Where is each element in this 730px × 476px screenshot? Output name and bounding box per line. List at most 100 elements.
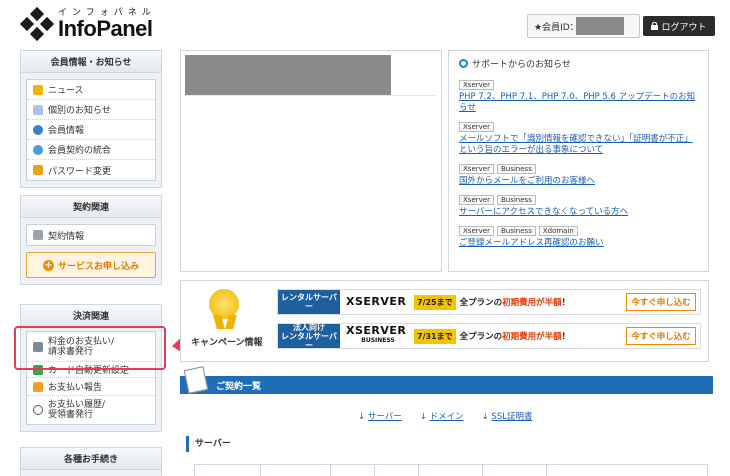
promo-date: 7/31まで — [414, 328, 456, 344]
sidebar-item-merge-contract[interactable]: 会員契約の統合 — [27, 140, 155, 160]
promo-brand-text: XSERVER — [346, 295, 407, 308]
sidebar-item-label: 契約情報 — [48, 231, 85, 242]
pen-icon — [33, 230, 43, 240]
promo-kind-line1: 法人向け — [293, 322, 325, 332]
letter-icon — [33, 104, 43, 115]
sidebar-payment-title: 決済関連 — [21, 305, 161, 327]
sidebar-member-list: ニュース 個別のお知らせ 会員情報 会員契約の統合 パスワード変更 — [26, 79, 156, 181]
sidebar-item-label: パスワード変更 — [48, 166, 112, 177]
tag-business: Business — [496, 195, 536, 205]
sidebar-contract-panel: 契約関連 契約情報 + サービスお申し込み — [20, 195, 162, 285]
logo-diamond-icon — [19, 6, 55, 42]
document-icon — [183, 366, 209, 394]
padlock-icon — [33, 165, 43, 175]
news-link[interactable]: サーバーにアクセスできなくなっている方へ — [459, 207, 698, 218]
tag-business: Business — [496, 164, 536, 174]
news-item: Xserver Business Xdomain ご登録メールアドレス再確認のお… — [459, 226, 698, 249]
anchor-link-domain-text: ドメイン — [429, 412, 464, 422]
promo-kind-line2: レンタルサーバー — [281, 331, 337, 350]
promo-apply-button[interactable]: 今すぐ申し込む — [626, 293, 696, 311]
member-id-label: ★会員ID： — [534, 22, 579, 33]
logout-label: ログアウト — [661, 22, 707, 33]
sidebar-procedures-panel: 各種お手続き — [20, 447, 162, 476]
tag-xserver: Xserver — [459, 226, 494, 236]
mail-icon — [33, 381, 43, 392]
sidebar-item-individual-notice[interactable]: 個別のお知らせ — [27, 100, 155, 120]
sidebar-member-panel: 会員情報・お知らせ ニュース 個別のお知らせ 会員情報 会員契約の統合 パスワー… — [20, 50, 162, 188]
promo-text-pre: 全プランの — [459, 332, 503, 342]
anchor-link-domain[interactable]: ↓ ドメイン — [420, 410, 464, 422]
sidebar-item-payment-history[interactable]: お支払い履歴/ 受領書発行 — [27, 396, 155, 424]
contract-list-title: ご契約一覧 — [216, 382, 262, 392]
sidebar-item-label-line1: お支払い履歴/ — [48, 400, 106, 410]
news-link[interactable]: ご登録メールアドレス再確認のお願い — [459, 238, 698, 249]
sidebar-item-member-info[interactable]: 会員情報 — [27, 120, 155, 140]
promo-kind: レンタルサーバー — [278, 290, 340, 314]
clock-icon — [33, 405, 43, 415]
sidebar-item-label-line2: 受領書発行 — [48, 410, 94, 420]
anchor-link-server[interactable]: ↓ サーバー — [358, 410, 402, 422]
server-section-title: サーバー — [186, 436, 231, 452]
sidebar-member-title: 会員情報・お知らせ — [21, 51, 161, 73]
sidebar-item-label: 会員契約の統合 — [48, 146, 112, 156]
sidebar-procedures-title: 各種お手続き — [21, 448, 161, 470]
sidebar-item-contract-info[interactable]: 契約情報 — [27, 225, 155, 245]
promo-text-post: ！ — [561, 332, 571, 342]
ring-icon — [459, 59, 468, 68]
anchor-link-server-text: サーバー — [367, 412, 402, 422]
promo-xserver-business: 法人向け レンタルサーバー XSERVER BUSINESS 7/31まで 全プ… — [277, 322, 701, 350]
tag-xserver: Xserver — [459, 122, 494, 132]
lock-icon — [651, 22, 659, 30]
server-table — [194, 464, 708, 476]
users-icon — [33, 144, 43, 155]
user-icon — [33, 124, 43, 135]
infopanel-logo[interactable]: インフォパネル InfoPanel — [19, 6, 156, 42]
news-link[interactable]: 国外からメールをご利用のお客様へ — [459, 176, 698, 187]
sidebar-item-label: お支払い報告 — [48, 383, 103, 393]
service-apply-label: サービスお申し込み — [57, 261, 139, 272]
anchor-link-ssl[interactable]: ↓ SSL証明書 — [482, 410, 533, 422]
news-item: Xserver Business サーバーにアクセスできなくなっている方へ — [459, 195, 698, 218]
tag-xdomain: Xdomain — [538, 226, 578, 236]
promo-brand-sub: BUSINESS — [361, 337, 395, 344]
promo-text-pre: 全プランの — [459, 298, 503, 308]
personal-notice-panel — [180, 50, 442, 272]
news-link[interactable]: PHP 7.2、PHP 7.1、PHP 7.0、PHP 5.6 アップデートのお… — [459, 92, 698, 114]
promo-text: 全プランの初期費用が半額！ — [460, 330, 571, 342]
plus-circle-icon: + — [42, 259, 54, 271]
sidebar-item-news[interactable]: ニュース — [27, 80, 155, 100]
support-notice-panel: サポートからのお知らせ Xserver PHP 7.2、PHP 7.1、PHP … — [448, 50, 709, 272]
logout-button[interactable]: ログアウト — [643, 16, 715, 36]
logo-main: InfoPanel — [58, 16, 153, 41]
support-notice-title: サポートからのお知らせ — [459, 57, 698, 70]
promo-brand: XSERVER — [340, 295, 410, 308]
promo-text: 全プランの初期費用が半額！ — [460, 296, 571, 308]
campaign-label: キャンペーン情報 — [191, 338, 263, 348]
megaphone-icon — [33, 84, 43, 95]
promo-date: 7/25まで — [414, 294, 456, 310]
sidebar-item-label: ニュース — [48, 86, 84, 96]
sidebar-item-payment-report[interactable]: お支払い報告 — [27, 378, 155, 396]
promo-xserver: レンタルサーバー XSERVER 7/25まで 全プランの初期費用が半額！ 今す… — [277, 289, 701, 315]
tag-xserver: Xserver — [459, 80, 494, 90]
redacted-content — [185, 55, 391, 95]
sidebar-item-label: 個別のお知らせ — [48, 106, 111, 116]
sidebar-contract-list: 契約情報 — [26, 224, 156, 246]
service-apply-button[interactable]: + サービスお申し込み — [26, 252, 156, 278]
promo-text-em: 初期費用が半額 — [502, 332, 562, 342]
sidebar-item-label: 会員情報 — [48, 126, 85, 136]
news-item: Xserver Business 国外からメールをご利用のお客様へ — [459, 164, 698, 187]
sidebar-item-password[interactable]: パスワード変更 — [27, 160, 155, 180]
promo-brand: XSERVER BUSINESS — [340, 325, 410, 346]
anchor-link-ssl-text: SSL証明書 — [491, 412, 533, 422]
member-id-redacted — [576, 17, 624, 35]
promo-text-em: 初期費用が半額 — [502, 298, 562, 308]
promo-apply-button[interactable]: 今すぐ申し込む — [626, 327, 696, 345]
sidebar-contract-title: 契約関連 — [21, 196, 161, 218]
member-id-box: ★会員ID： — [527, 14, 640, 38]
support-title-text: サポートからのお知らせ — [472, 60, 571, 70]
tag-xserver: Xserver — [459, 164, 494, 174]
header: インフォパネル InfoPanel ★会員ID： ログアウト — [0, 0, 730, 48]
contract-anchor-links: ↓ サーバー ↓ ドメイン ↓ SSL証明書 — [358, 410, 532, 422]
news-link[interactable]: メールソフトで「識別情報を確認できない」「証明書が不正」という旨のエラーが出る事… — [459, 134, 698, 156]
